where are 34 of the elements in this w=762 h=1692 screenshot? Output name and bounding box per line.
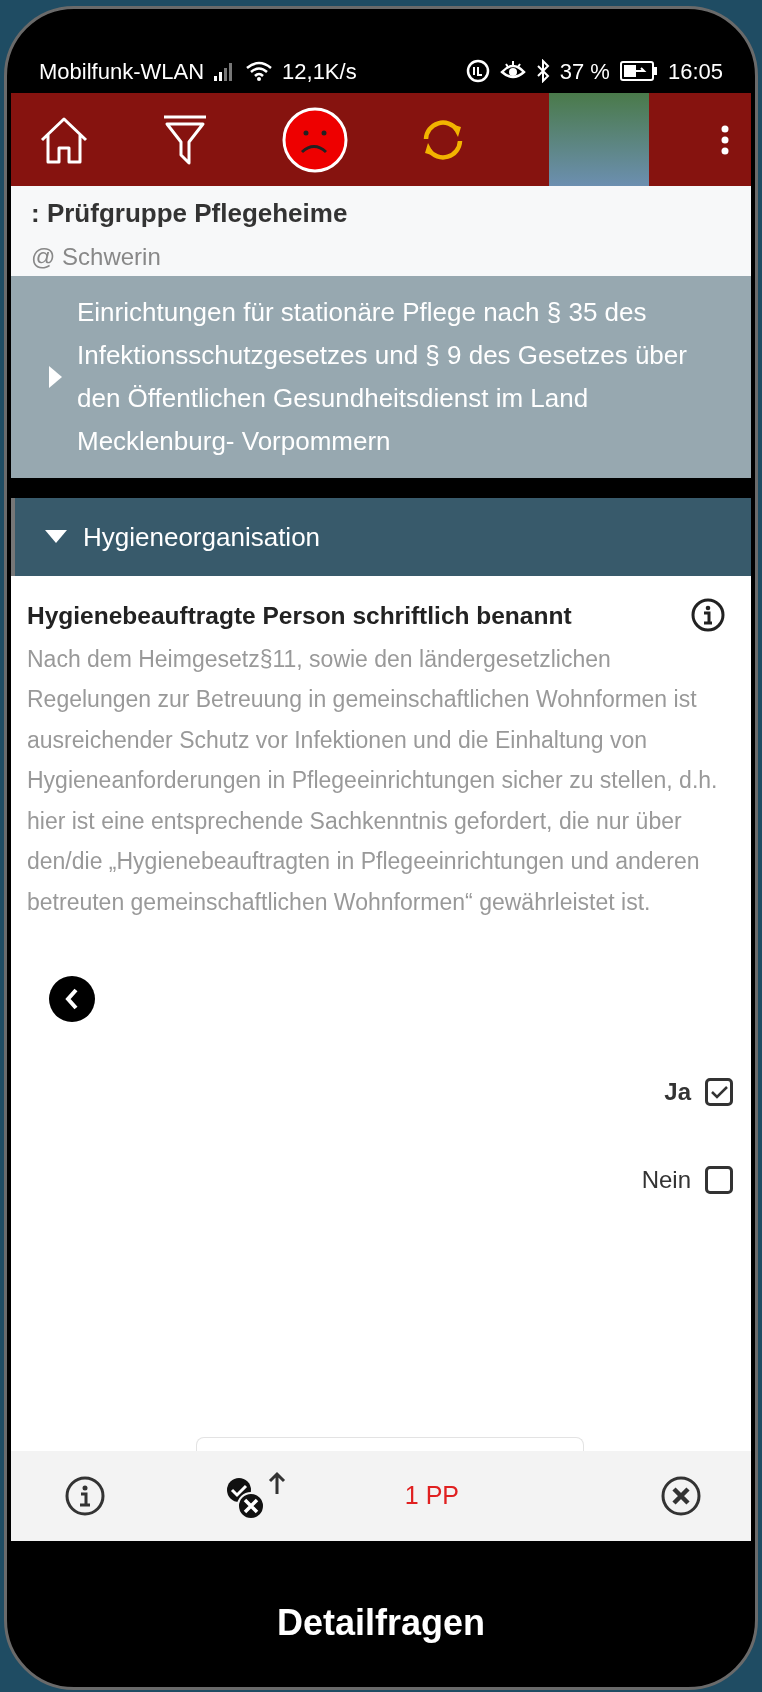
question-title: Hygienebeauftragte Person schriftlich benannt bbox=[27, 601, 572, 631]
chevron-left-icon bbox=[64, 988, 80, 1010]
close-button[interactable] bbox=[660, 1476, 701, 1516]
time-text: 16:05 bbox=[667, 57, 723, 86]
speed-text: 12,1K/s bbox=[282, 57, 357, 86]
close-icon bbox=[660, 1476, 701, 1516]
back-button[interactable] bbox=[49, 976, 95, 1022]
info-icon bbox=[65, 1476, 105, 1516]
bluetooth-icon bbox=[535, 59, 550, 83]
info-button[interactable] bbox=[65, 1476, 105, 1516]
home-icon bbox=[39, 115, 89, 164]
option-label: Ja bbox=[664, 1077, 691, 1108]
section-title: Einrichtungen für stationäre Pflege nach § 35 des Infektionsschutzgesetzes und § 9 des Gesetzes über den Öffentlichen Gesundheitsdienst im Land Mecklenburg- Vorpommern bbox=[77, 296, 688, 458]
section-header[interactable]: Hygieneorganisation bbox=[11, 498, 751, 576]
info-icon bbox=[691, 598, 725, 632]
info-button[interactable] bbox=[691, 598, 725, 632]
home-button[interactable] bbox=[39, 115, 89, 164]
checkbox[interactable] bbox=[705, 1166, 733, 1195]
sad-face-icon[interactable] bbox=[281, 106, 348, 173]
wifi-icon bbox=[246, 61, 273, 81]
question-description: Nach dem Heimgesetz§11, sowie den ländergesetzlichen Regelungen zur Betreuung in gemeinschaftlichen Wohnformen ist ausreichender Schutz vor Infektionen und die Einhaltung von Hygieneanforderungen in Pflegeeinrichtungen sicher zu stellen, d.h. hier ist eine entsprechende Sachkenntnis gefordert, die nur über den/die „Hygienebeauftragten in Pflegeeinrichtungen und anderen betreuten gemeinschaftlichen Wohnformen“ gewährleistet ist. bbox=[27, 644, 719, 917]
carrier-text: Mobilfunk-WLAN bbox=[39, 57, 205, 86]
more-menu-button[interactable] bbox=[720, 124, 729, 155]
check-icon bbox=[710, 1085, 728, 1100]
more-icon bbox=[720, 124, 729, 155]
checkbox[interactable] bbox=[705, 1078, 733, 1107]
header-title: : Prüfgruppe Pflegeheime bbox=[31, 197, 349, 230]
points-text: 1 PP bbox=[404, 1480, 460, 1512]
section-title: Hygieneorganisation bbox=[83, 520, 321, 554]
header-subtitle: @ Schwerin bbox=[31, 242, 162, 272]
option-label: Nein bbox=[641, 1165, 691, 1196]
footer-title: Detailfragen bbox=[276, 1601, 486, 1645]
battery-icon bbox=[619, 61, 658, 81]
battery-text: 37 % bbox=[559, 57, 610, 86]
